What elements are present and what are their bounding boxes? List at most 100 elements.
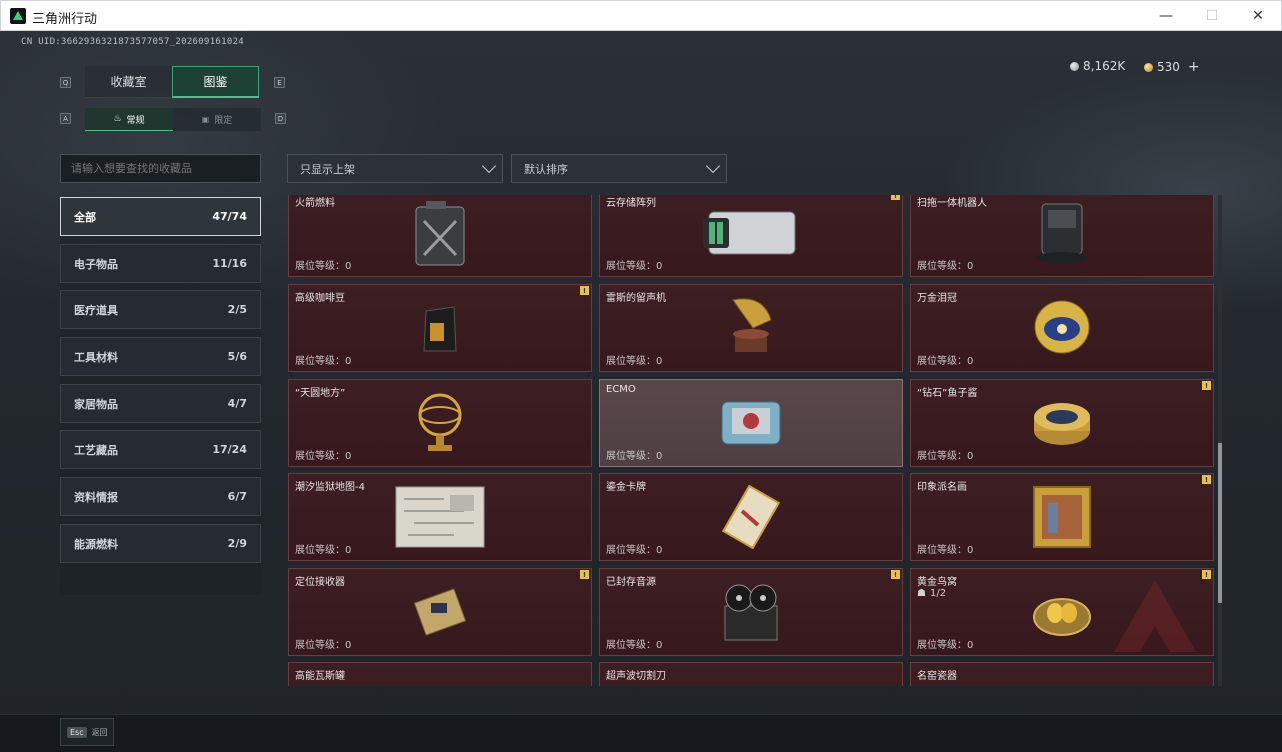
item-card[interactable]: 超声波切割刀 bbox=[599, 662, 903, 686]
add-currency-button[interactable]: + bbox=[1188, 59, 1200, 75]
sort-value: 默认排序 bbox=[524, 162, 568, 176]
item-level: 展位等级：0 bbox=[606, 545, 663, 556]
item-name: 定位接收器 bbox=[295, 577, 345, 588]
item-level: 展位等级：0 bbox=[295, 451, 352, 462]
category-household[interactable]: 家居物品 4/7 bbox=[60, 384, 261, 423]
item-name: 黄金鸟窝 bbox=[917, 577, 957, 588]
subtab-regular[interactable]: ♨ 常规 bbox=[85, 108, 173, 131]
grid-scrollbar[interactable] bbox=[1218, 195, 1222, 686]
footer-bar bbox=[0, 714, 1282, 752]
item-card[interactable]: 名窑瓷器 bbox=[910, 662, 1214, 686]
item-level: 展位等级：0 bbox=[606, 356, 663, 367]
category-count: 11/16 bbox=[212, 257, 247, 270]
sort-dropdown[interactable]: 默认排序 bbox=[511, 154, 727, 183]
new-badge-icon: ! bbox=[891, 570, 900, 579]
category-electronics[interactable]: 电子物品 11/16 bbox=[60, 244, 261, 283]
tab-collection-room[interactable]: 收藏室 bbox=[85, 66, 172, 98]
back-label: 返回 bbox=[91, 727, 108, 737]
category-label: 家居物品 bbox=[74, 397, 118, 411]
category-label: 工具材料 bbox=[74, 350, 118, 364]
item-card[interactable]: ECMO 展位等级：0 bbox=[599, 379, 903, 467]
item-name: 鎏金卡牌 bbox=[606, 482, 646, 493]
new-badge-icon: ! bbox=[1202, 381, 1211, 390]
subtab-limited[interactable]: ▣ 限定 bbox=[173, 108, 261, 131]
category-label: 医疗道具 bbox=[74, 303, 118, 317]
category-count: 2/5 bbox=[227, 303, 247, 316]
close-button[interactable]: ✕ bbox=[1235, 1, 1281, 31]
item-card[interactable]: 定位接收器 ! 展位等级：0 bbox=[288, 568, 592, 656]
item-level: 展位等级：0 bbox=[917, 640, 974, 651]
gilded-card-icon bbox=[721, 485, 781, 549]
search-input[interactable] bbox=[60, 154, 261, 183]
item-name: 雷斯的留声机 bbox=[606, 293, 666, 304]
key-hint-a: A bbox=[60, 113, 71, 124]
coffee-bag-icon bbox=[423, 306, 457, 352]
minimize-button[interactable]: — bbox=[1143, 1, 1189, 31]
jeweled-egg-icon bbox=[1034, 300, 1090, 354]
category-count: 17/24 bbox=[212, 443, 247, 456]
item-card[interactable]: 鎏金卡牌 展位等级：0 bbox=[599, 473, 903, 561]
item-level: 展位等级：0 bbox=[606, 640, 663, 651]
subtab-limited-label: 限定 bbox=[214, 116, 233, 126]
new-badge-icon: ! bbox=[580, 286, 589, 295]
category-label: 资料情报 bbox=[74, 490, 118, 504]
category-label: 电子物品 bbox=[74, 257, 118, 271]
tab-catalog[interactable]: 图鉴 bbox=[172, 66, 259, 98]
fuel-canister-icon bbox=[415, 201, 465, 266]
item-name: 扫拖一体机器人 bbox=[917, 198, 987, 209]
category-count: 6/7 bbox=[227, 490, 247, 503]
item-level: 展位等级：0 bbox=[606, 451, 663, 462]
back-button[interactable]: Esc 返回 bbox=[60, 718, 114, 746]
category-all[interactable]: 全部 47/74 bbox=[60, 197, 261, 236]
category-tools[interactable]: 工具材料 5/6 bbox=[60, 337, 261, 376]
item-card[interactable]: 雷斯的留声机 展位等级：0 bbox=[599, 284, 903, 372]
item-card[interactable]: 扫拖一体机器人 展位等级：0 bbox=[910, 195, 1214, 277]
item-level: 展位等级：0 bbox=[917, 356, 974, 367]
category-count: 4/7 bbox=[227, 397, 247, 410]
player-uid: CN UID:3662936321873577057_202609161024 bbox=[21, 37, 245, 47]
category-crafts[interactable]: 工艺藏品 17/24 bbox=[60, 430, 261, 469]
category-fuel[interactable]: 能源燃料 2/9 bbox=[60, 524, 261, 563]
item-card[interactable]: “天圆地方” 展位等级：0 bbox=[288, 379, 592, 467]
framed-painting-icon bbox=[1033, 486, 1091, 548]
item-card[interactable]: 万金泪冠 展位等级：0 bbox=[910, 284, 1214, 372]
item-card[interactable]: 印象派名画 ! 展位等级：0 bbox=[910, 473, 1214, 561]
window-title: 三角洲行动 bbox=[32, 11, 98, 26]
item-level: 展位等级：0 bbox=[295, 545, 352, 556]
scrollbar-thumb[interactable] bbox=[1218, 443, 1222, 603]
key-hint-e: E bbox=[274, 77, 285, 88]
category-medical[interactable]: 医疗道具 2/5 bbox=[60, 290, 261, 329]
item-level: 展位等级：0 bbox=[917, 451, 974, 462]
item-name: 已封存音源 bbox=[606, 577, 656, 588]
shelf-filter-value: 只显示上架 bbox=[300, 162, 355, 176]
maximize-button[interactable]: ☐ bbox=[1189, 1, 1235, 31]
new-badge-icon: ! bbox=[1202, 570, 1211, 579]
subtab-regular-label: 常规 bbox=[126, 115, 145, 126]
item-name: 高级咖啡豆 bbox=[295, 293, 345, 304]
item-card[interactable]: “钻石”鱼子酱 ! 展位等级：0 bbox=[910, 379, 1214, 467]
game-viewport: CN UID:3662936321873577057_202609161024 … bbox=[0, 31, 1282, 752]
item-card[interactable]: 火箭燃料 展位等级：0 bbox=[288, 195, 592, 277]
item-level: 展位等级：0 bbox=[295, 356, 352, 367]
category-intel[interactable]: 资料情报 6/7 bbox=[60, 477, 261, 516]
item-level: 展位等级：0 bbox=[295, 640, 352, 651]
silver-amount: 8,162K bbox=[1083, 59, 1126, 73]
item-card[interactable]: 高级咖啡豆 ! 展位等级：0 bbox=[288, 284, 592, 372]
ownership-count: ☗ 1/2 bbox=[917, 588, 946, 599]
map-document-icon bbox=[395, 486, 485, 548]
chevron-down-icon bbox=[705, 158, 721, 174]
item-name: ECMO bbox=[606, 384, 636, 395]
item-card[interactable]: 高能瓦斯罐 bbox=[288, 662, 592, 686]
collectibles-grid: 火箭燃料 展位等级：0 云存储阵列 ! 展位等级：0 扫拖一体机器人 展位等级：… bbox=[287, 195, 1215, 686]
item-card[interactable]: 已封存音源 ! 展位等级：0 bbox=[599, 568, 903, 656]
item-card[interactable]: 潮汐监狱地图-4 展位等级：0 bbox=[288, 473, 592, 561]
item-name: 印象派名画 bbox=[917, 482, 967, 493]
reel-recorder-icon bbox=[724, 584, 778, 641]
silver-currency: 8,162K bbox=[1070, 59, 1125, 73]
item-card[interactable]: 云存储阵列 ! 展位等级：0 bbox=[599, 195, 903, 277]
key-hint-q: Q bbox=[60, 77, 71, 88]
category-label: 全部 bbox=[74, 210, 96, 224]
gramophone-icon bbox=[732, 298, 772, 352]
item-name: 火箭燃料 bbox=[295, 198, 335, 209]
shelf-filter-dropdown[interactable]: 只显示上架 bbox=[287, 154, 503, 183]
